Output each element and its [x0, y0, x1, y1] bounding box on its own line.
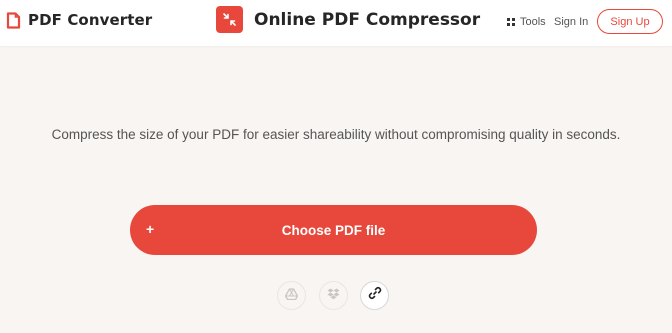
- tagline: Compress the size of your PDF for easier…: [51, 127, 621, 142]
- dropbox-icon: [327, 287, 340, 305]
- tools-label: Tools: [520, 16, 546, 28]
- plus-icon: +: [146, 221, 155, 237]
- compress-icon: [216, 6, 243, 33]
- sign-up-button[interactable]: Sign Up: [597, 9, 663, 34]
- google-drive-button[interactable]: [277, 281, 306, 310]
- top-header: PDF Converter Online PDF Compressor Tool…: [0, 0, 672, 46]
- sign-in-link[interactable]: Sign In: [554, 16, 588, 28]
- logo-text: PDF Converter: [28, 11, 153, 29]
- google-drive-icon: [284, 287, 299, 305]
- url-link-button[interactable]: [360, 281, 389, 310]
- logo-link[interactable]: PDF Converter: [6, 11, 152, 29]
- link-icon: [368, 286, 382, 305]
- dropbox-button[interactable]: [319, 281, 348, 310]
- tools-menu[interactable]: Tools: [507, 16, 546, 28]
- choose-pdf-file-button[interactable]: + Choose PDF file: [130, 205, 537, 255]
- page: PDF Converter Online PDF Compressor Tool…: [0, 0, 672, 333]
- grid-icon: [507, 18, 515, 26]
- choose-pdf-file-label: Choose PDF file: [281, 222, 386, 238]
- pdf-document-icon: [6, 11, 21, 29]
- page-title: Online PDF Compressor: [254, 9, 481, 30]
- page-title-block: Online PDF Compressor: [216, 6, 480, 33]
